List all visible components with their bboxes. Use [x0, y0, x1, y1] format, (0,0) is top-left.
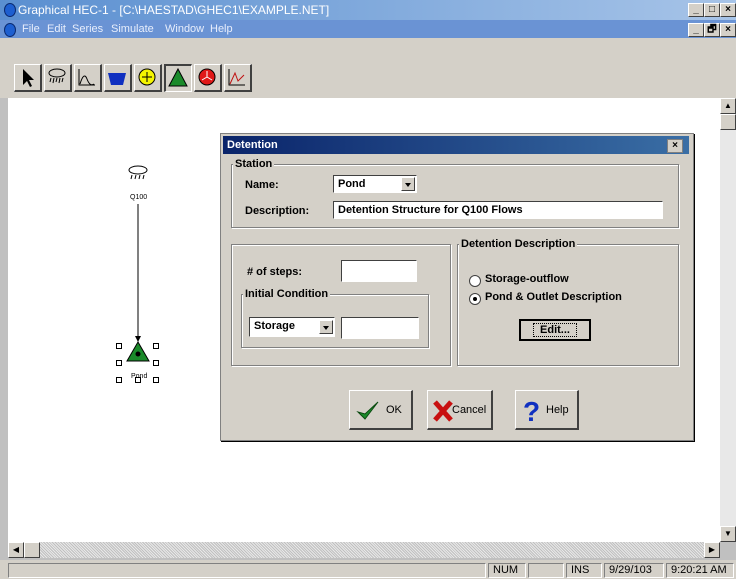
status-num: NUM: [488, 563, 526, 578]
scroll-left-icon[interactable]: ◀: [8, 542, 24, 558]
initial-condition-dropdown[interactable]: Storage: [249, 317, 335, 337]
description-field[interactable]: Detention Structure for Q100 Flows: [333, 201, 663, 219]
radio-storage-outflow[interactable]: [469, 275, 481, 287]
steps-field[interactable]: [341, 260, 417, 282]
detention-tool[interactable]: [164, 64, 192, 92]
chevron-down-icon[interactable]: [401, 177, 415, 191]
help-label: Help: [546, 404, 569, 416]
output-graph-tool[interactable]: [224, 64, 252, 92]
menu-help[interactable]: Help: [210, 23, 233, 35]
name-label: Name:: [245, 179, 279, 191]
ok-label: OK: [386, 404, 402, 416]
menu-edit[interactable]: Edit: [47, 23, 66, 35]
selection-handle[interactable]: [153, 377, 159, 383]
child-restore-button[interactable]: 🗗: [704, 23, 720, 37]
menu-simulate[interactable]: Simulate: [111, 23, 154, 35]
selection-handle[interactable]: [153, 360, 159, 366]
selection-handle[interactable]: [135, 377, 141, 383]
menu-window[interactable]: Window: [165, 23, 204, 35]
hydrograph-tool[interactable]: [74, 64, 102, 92]
dialog-title: Detention: [227, 139, 278, 151]
status-date: 9/29/103: [604, 563, 664, 578]
scroll-right-icon[interactable]: ▶: [704, 542, 720, 558]
detention-icon[interactable]: [126, 341, 150, 362]
menu-file[interactable]: File: [22, 23, 40, 35]
edit-button[interactable]: Edit...: [519, 319, 591, 341]
detention-dialog: Detention × Station Name: Pond Descripti…: [220, 133, 694, 441]
station-group-label: Station: [233, 158, 275, 170]
checkmark-icon: [356, 401, 379, 420]
app-icon: [4, 3, 16, 17]
diversion-tool[interactable]: [194, 64, 222, 92]
name-dropdown[interactable]: Pond: [333, 175, 417, 193]
storage-outflow-label[interactable]: Storage-outflow: [485, 273, 569, 285]
detention-description-label: Detention Description: [459, 238, 578, 250]
window-title-bar: Graphical HEC-1 - [C:\HAESTAD\GHEC1\EXAM…: [0, 0, 736, 20]
menu-bar: File Edit Series Simulate Window Help _ …: [0, 20, 736, 38]
vertical-scrollbar[interactable]: ▲ ▼: [720, 98, 736, 542]
child-close-button[interactable]: ×: [720, 23, 736, 37]
rain-gauge-icon: [48, 68, 66, 84]
menu-series[interactable]: Series: [72, 23, 103, 35]
window-title: Graphical HEC-1 - [C:\HAESTAD\GHEC1\EXAM…: [18, 3, 330, 17]
hydrograph-icon: [78, 69, 95, 86]
scroll-thumb[interactable]: [720, 114, 736, 130]
description-label: Description:: [245, 205, 310, 217]
cancel-x-icon: [433, 400, 453, 422]
initial-condition-value: Storage: [254, 320, 295, 332]
node-label-q100: Q100: [130, 194, 148, 201]
status-ins: INS: [566, 563, 602, 578]
detention-icon: [168, 67, 188, 87]
minimize-button[interactable]: _: [688, 3, 704, 17]
pointer-tool[interactable]: [14, 64, 42, 92]
initial-condition-label: Initial Condition: [243, 288, 331, 300]
cancel-label: Cancel: [452, 404, 487, 416]
dialog-close-button[interactable]: ×: [667, 139, 683, 153]
maximize-button[interactable]: □: [704, 3, 720, 17]
scroll-down-icon[interactable]: ▼: [720, 526, 736, 542]
reservoir-icon: [108, 73, 126, 85]
dialog-title-bar[interactable]: Detention ×: [223, 136, 689, 154]
pond-outlet-label[interactable]: Pond & Outlet Description: [485, 291, 622, 303]
document-icon[interactable]: [4, 23, 16, 37]
close-button[interactable]: ×: [720, 3, 736, 17]
question-mark-icon: ?: [523, 397, 540, 425]
junction-icon: [138, 68, 156, 86]
help-button[interactable]: ? Help: [515, 390, 579, 430]
status-time: 9:20:21 AM: [666, 563, 734, 578]
output-graph-icon: [228, 69, 245, 86]
svg-text:?: ?: [523, 397, 540, 425]
scroll-thumb-horizontal[interactable]: [24, 542, 40, 558]
horizontal-scrollbar[interactable]: ◀ ▶: [8, 542, 720, 558]
selection-handle[interactable]: [116, 360, 122, 366]
detention-description-group: [457, 244, 679, 366]
reservoir-tool[interactable]: [104, 64, 132, 92]
status-caps: [528, 563, 564, 578]
status-message: [8, 563, 486, 578]
child-minimize-button[interactable]: _: [688, 23, 704, 37]
selection-handle[interactable]: [153, 343, 159, 349]
ok-button[interactable]: OK: [349, 390, 413, 430]
selection-handle[interactable]: [116, 377, 122, 383]
rain-cloud-icon[interactable]: [128, 165, 148, 180]
steps-label: # of steps:: [247, 266, 303, 278]
junction-tool[interactable]: [134, 64, 162, 92]
cancel-button[interactable]: Cancel: [427, 390, 493, 430]
selection-handle[interactable]: [116, 343, 122, 349]
edit-button-label: Edit...: [533, 323, 577, 337]
pointer-icon: [23, 69, 34, 87]
scroll-up-icon[interactable]: ▲: [720, 98, 736, 114]
diversion-icon: [198, 68, 216, 86]
rain-gauge-tool[interactable]: [44, 64, 72, 92]
name-value: Pond: [338, 178, 366, 190]
chevron-down-icon[interactable]: [319, 320, 333, 334]
initial-condition-field[interactable]: [341, 317, 419, 339]
radio-pond-outlet[interactable]: [469, 293, 481, 305]
